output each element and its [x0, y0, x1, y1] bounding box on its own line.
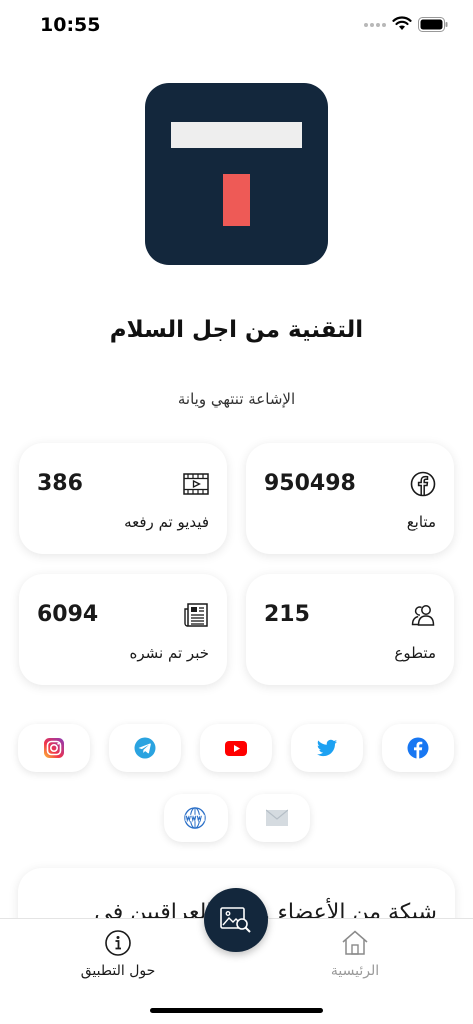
- app-subtitle: الإشاعة تنتهي ويانة: [177, 390, 296, 408]
- stat-card-news: 6094 خبر تم نشره: [19, 574, 227, 685]
- stat-card-followers: 950498 متابع: [246, 443, 454, 554]
- stat-label: متطوع: [394, 644, 436, 662]
- wifi-icon: [392, 16, 412, 30]
- stat-card-videos: 386 فيديو تم رفعه: [19, 443, 227, 554]
- instagram-button[interactable]: [18, 724, 90, 772]
- facebook-button[interactable]: [382, 724, 454, 772]
- video-icon: [183, 473, 209, 495]
- tab-about[interactable]: حول التطبيق: [58, 929, 178, 979]
- telegram-icon: [134, 737, 156, 759]
- app-logo: [145, 83, 328, 265]
- stat-label: خبر تم نشره: [129, 644, 209, 662]
- twitter-icon: [316, 739, 338, 757]
- instagram-icon: [44, 738, 64, 758]
- website-button[interactable]: [164, 794, 228, 842]
- youtube-button[interactable]: [200, 724, 272, 772]
- app-title: التقنية من اجل السلام: [109, 317, 364, 343]
- status-bar: 10:55: [0, 0, 473, 50]
- status-time: 10:55: [40, 14, 101, 36]
- youtube-icon: [225, 741, 247, 756]
- logo-bar: [171, 122, 302, 148]
- facebook-icon: [410, 471, 436, 497]
- email-icon: [266, 809, 288, 826]
- stat-card-volunteers: 215 متطوع: [246, 574, 454, 685]
- battery-icon: [418, 17, 448, 32]
- image-search-button[interactable]: [204, 888, 268, 952]
- newspaper-icon: [184, 603, 208, 627]
- stat-label: متابع: [406, 513, 436, 531]
- stat-value: 950498: [264, 471, 356, 496]
- volunteers-icon: [411, 605, 435, 626]
- tab-home[interactable]: الرئيسية: [295, 929, 415, 979]
- signal-icon: [364, 21, 386, 29]
- stat-value: 6094: [37, 602, 99, 627]
- website-icon: [184, 807, 206, 829]
- email-button[interactable]: [246, 794, 310, 842]
- tab-about-label: حول التطبيق: [80, 963, 156, 979]
- tab-home-label: الرئيسية: [330, 963, 380, 979]
- stat-value: 386: [37, 471, 83, 496]
- stat-value: 215: [264, 602, 310, 627]
- telegram-button[interactable]: [109, 724, 181, 772]
- home-indicator: [150, 1008, 323, 1013]
- logo-stem: [223, 174, 250, 226]
- stat-label: فيديو تم رفعه: [124, 513, 209, 531]
- info-icon: [105, 930, 131, 956]
- home-icon: [342, 930, 368, 955]
- image-search-icon: [220, 907, 251, 933]
- twitter-button[interactable]: [291, 724, 363, 772]
- facebook-icon: [407, 737, 429, 759]
